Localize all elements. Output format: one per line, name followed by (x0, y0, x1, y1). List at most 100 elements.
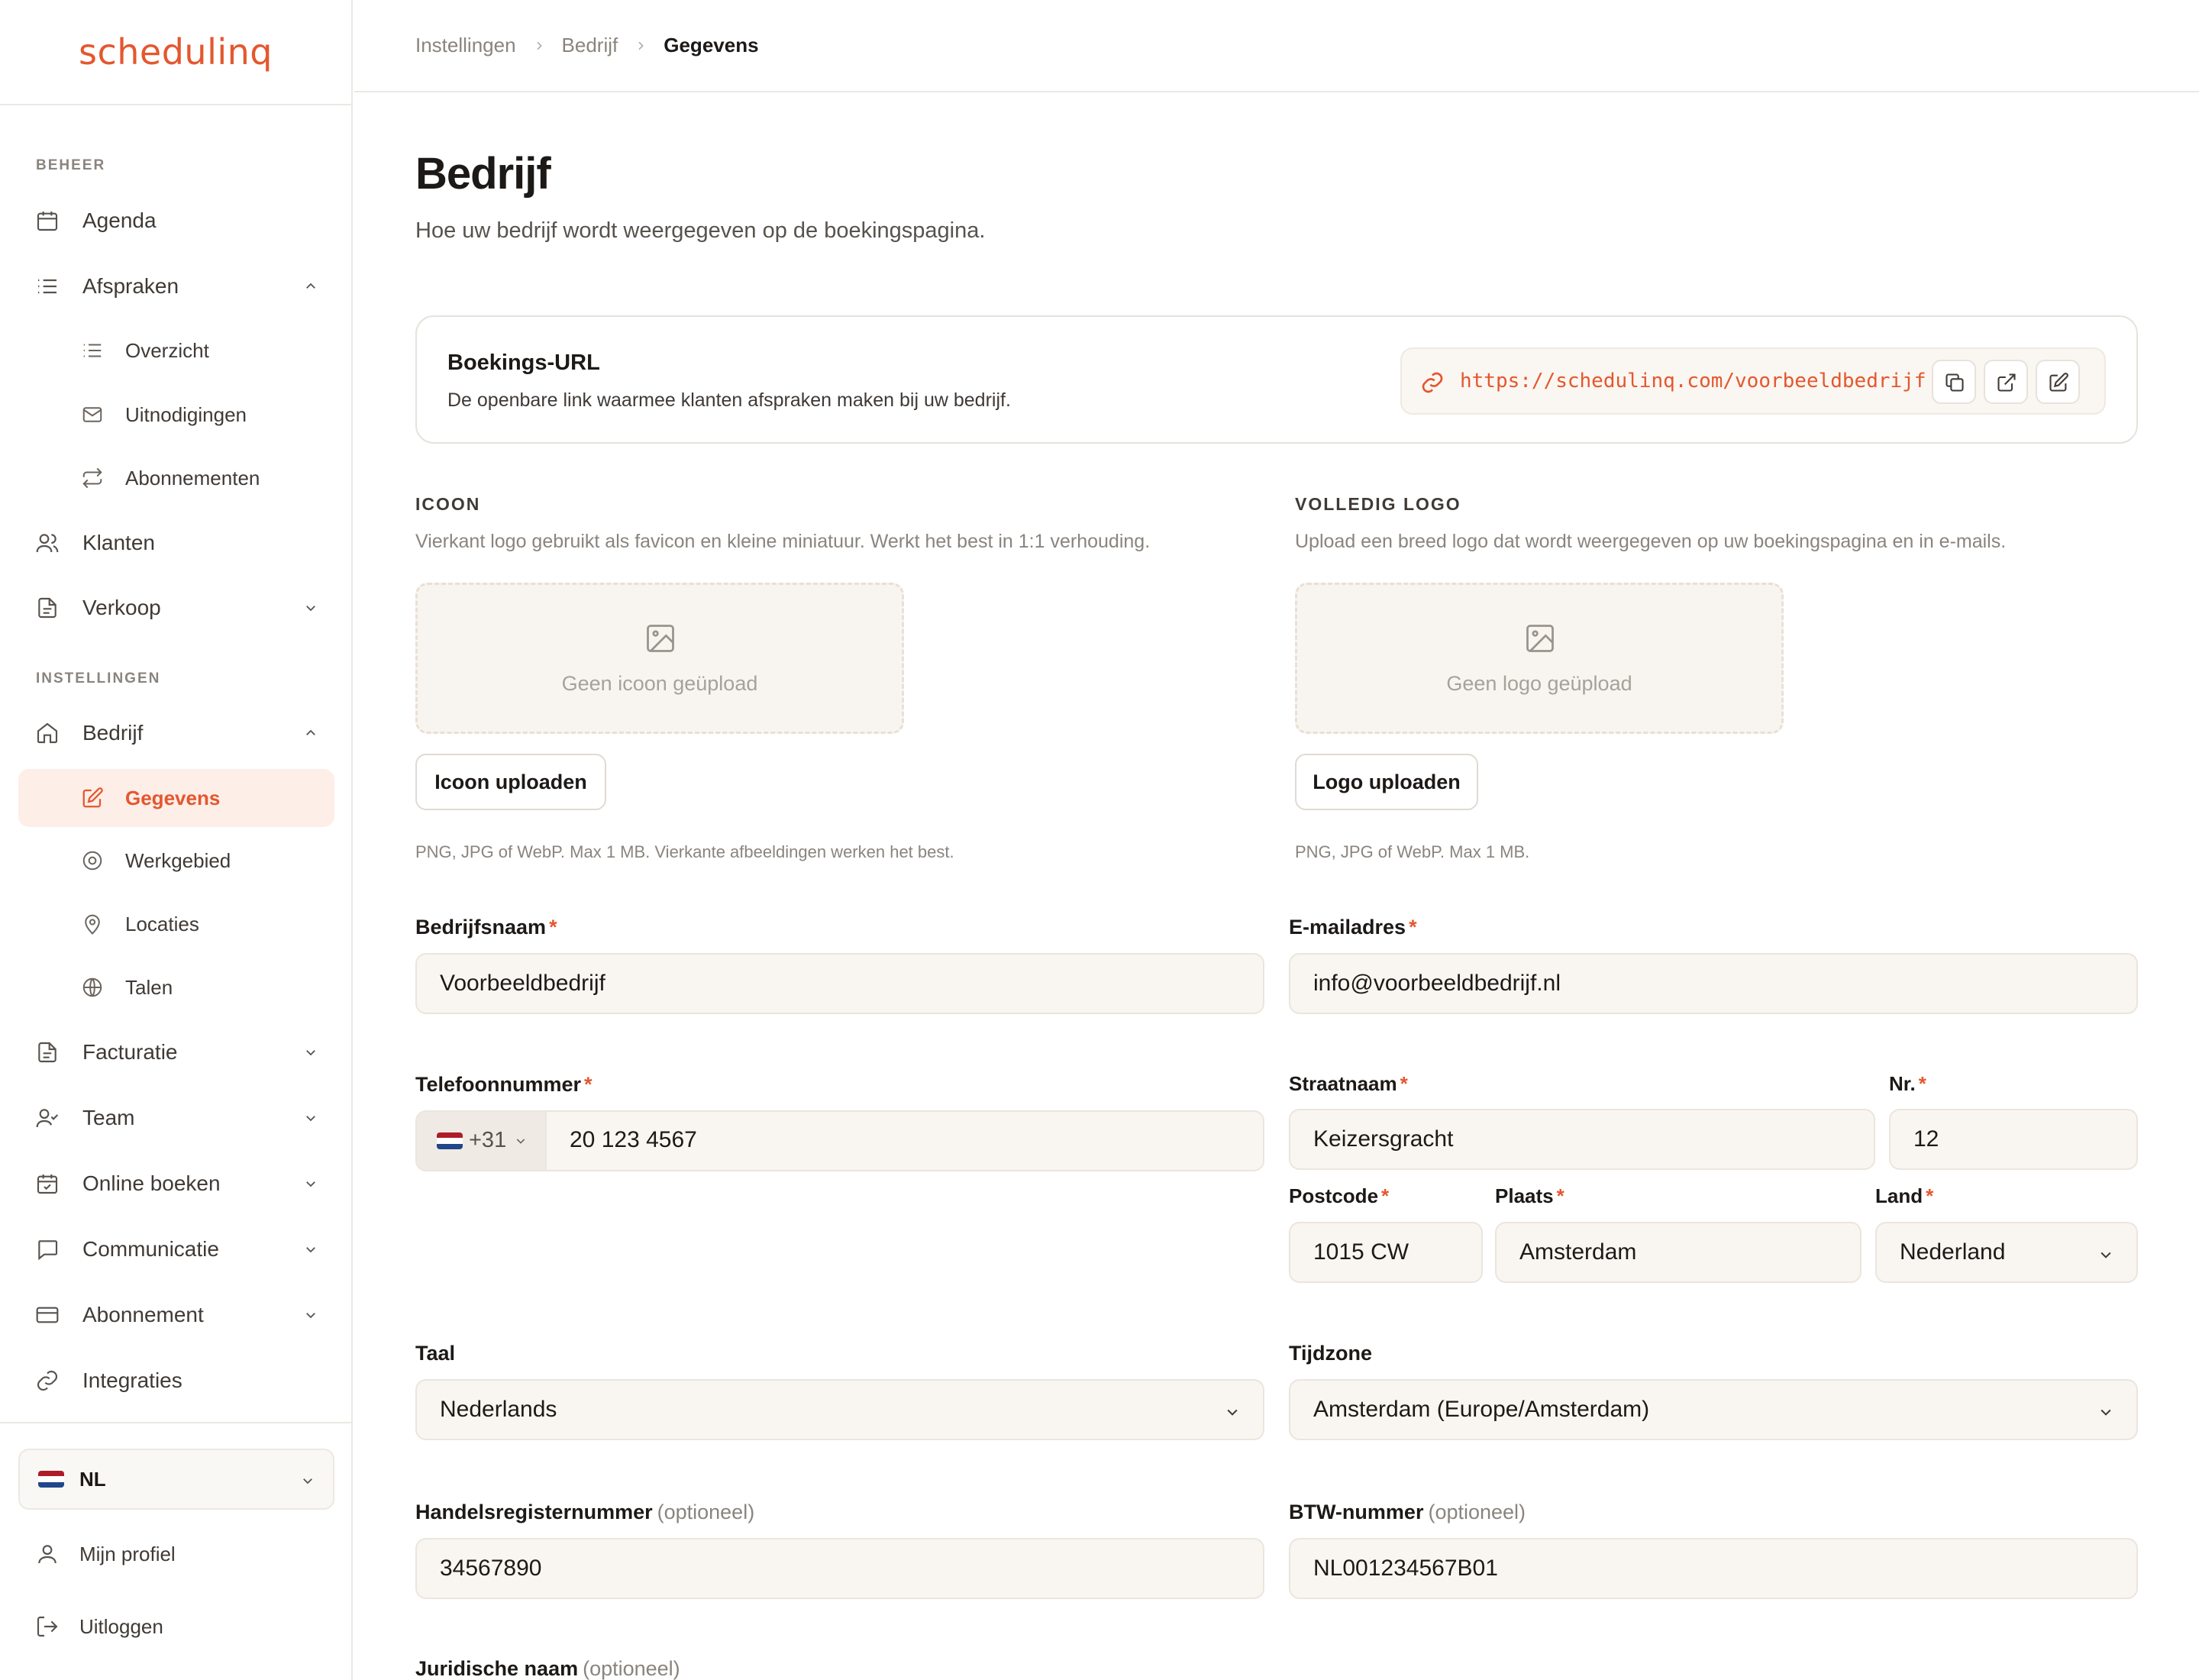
chevron-up-icon (306, 729, 315, 735)
edit-icon (82, 787, 103, 808)
chevron-up-icon (306, 283, 315, 289)
email-input[interactable]: info@voorbeeldbedrijf.nl (1289, 953, 2138, 1014)
sidebar-item-integraties[interactable]: Integraties (18, 1352, 334, 1410)
link-icon (37, 1370, 58, 1391)
user-icon (38, 1545, 57, 1564)
booking-url-card: Boekings-URL De openbare link waarmee kl… (415, 315, 2138, 444)
country-label: Land * (1875, 1184, 1933, 1208)
input-value: Voorbeeldbedrijf (440, 971, 605, 996)
edit-url-button[interactable] (2036, 360, 2080, 404)
sidebar-item-label: Locaties (125, 912, 199, 935)
sidebar-item-abonnement[interactable]: Abonnement (18, 1286, 334, 1344)
invoice-icon (38, 1042, 57, 1063)
open-url-button[interactable] (1984, 360, 2028, 404)
language-select[interactable]: NL (18, 1449, 334, 1510)
brand-logo[interactable]: schedulinq (79, 31, 273, 73)
timezone-select[interactable]: Amsterdam (Europe/Amsterdam) (1289, 1379, 2138, 1440)
breadcrumb-item[interactable]: Instellingen (415, 34, 516, 57)
target-icon (82, 851, 102, 871)
select-value: Amsterdam (Europe/Amsterdam) (1313, 1397, 1650, 1422)
sidebar-item-talen[interactable]: Talen (18, 958, 334, 1016)
sidebar-item-communicatie[interactable]: Communicatie (18, 1220, 334, 1278)
sidebar-item-werkgebied[interactable]: Werkgebied (18, 832, 334, 890)
required-mark: * (584, 1073, 593, 1096)
sidebar-item-facturatie[interactable]: Facturatie (18, 1023, 334, 1081)
chevron-down-icon (306, 1247, 315, 1253)
profile-link[interactable]: Mijn profiel (18, 1527, 334, 1581)
flag-nl-icon (38, 1471, 64, 1488)
user-check-icon (36, 1109, 59, 1128)
page-subtitle: Hoe uw bedrijf wordt weergegeven op de b… (415, 218, 986, 243)
chevron-down-icon (516, 1139, 525, 1144)
booking-url-text[interactable]: https://schedulinq.com/voorbeeldbedrijf (1460, 370, 1926, 393)
kvk-label: Handelsregisternummer (optioneel) (415, 1501, 754, 1524)
language-select[interactable]: Nederlands (415, 1379, 1264, 1440)
sidebar-item-agenda[interactable]: Agenda (18, 192, 334, 250)
logout-link[interactable]: Uitloggen (18, 1600, 334, 1653)
language-label: NL (79, 1467, 106, 1491)
chevron-right-icon (638, 41, 644, 50)
upload-logo-button[interactable]: Logo uploaden (1295, 754, 1478, 810)
logo-dropzone[interactable]: Geen logo geüpload (1295, 583, 1784, 734)
breadcrumb: Instellingen Bedrijf Gegevens (354, 0, 2199, 92)
breadcrumb-item[interactable]: Bedrijf (562, 34, 618, 57)
number-input[interactable]: 12 (1889, 1109, 2138, 1170)
label-text: E-mailadres (1289, 916, 1406, 939)
street-input[interactable]: Keizersgracht (1289, 1109, 1875, 1170)
required-mark: * (1926, 1184, 1934, 1207)
label-text: Postcode (1289, 1184, 1379, 1207)
company-name-input[interactable]: Voorbeeldbedrijf (415, 953, 1264, 1014)
sidebar-item-locaties[interactable]: Locaties (18, 895, 334, 953)
label-text: Juridische naam (415, 1657, 579, 1680)
kvk-input[interactable]: 34567890 (415, 1538, 1264, 1599)
number-label: Nr. * (1889, 1072, 1926, 1096)
postcode-label: Postcode * (1289, 1184, 1389, 1208)
sidebar-item-overzicht[interactable]: Overzicht (18, 321, 334, 380)
sidebar-item-afspraken[interactable]: Afspraken (18, 257, 334, 315)
sidebar-item-label: Klanten (82, 531, 155, 554)
optional-mark: (optioneel) (657, 1501, 755, 1523)
sidebar-item-team[interactable]: Team (18, 1089, 334, 1147)
city-input[interactable]: Amsterdam (1495, 1222, 1862, 1283)
icon-dropzone[interactable]: Geen icoon geüpload (415, 583, 904, 734)
sidebar-item-label: Online boeken (82, 1171, 221, 1195)
logout-label: Uitloggen (79, 1615, 163, 1638)
timezone-label: Tijdzone (1289, 1342, 1372, 1365)
country-select[interactable]: Nederland (1875, 1222, 2138, 1283)
email-label: E-mailadres * (1289, 916, 1417, 939)
sidebar-item-label: Talen (125, 975, 173, 999)
chevron-down-icon (2101, 1252, 2111, 1258)
phone-input[interactable]: +31 20 123 4567 (415, 1110, 1264, 1171)
flag-nl-icon (437, 1132, 463, 1149)
logo-upload-title: VOLLEDIG LOGO (1295, 494, 1461, 514)
sidebar-item-label: Gegevens (125, 786, 221, 809)
country-code: +31 (469, 1128, 507, 1152)
required-mark: * (1400, 1072, 1408, 1095)
sidebar-item-label: Uitnodigingen (125, 402, 247, 426)
link-icon (1422, 372, 1443, 393)
map-pin-icon (85, 914, 100, 935)
sidebar-item-klanten[interactable]: Klanten (18, 514, 334, 572)
sidebar-item-gegevens[interactable]: Gegevens (18, 769, 334, 827)
country-code-select[interactable]: +31 (417, 1112, 547, 1170)
sidebar-item-uitnodigingen[interactable]: Uitnodigingen (18, 386, 334, 444)
logo-upload-hint: PNG, JPG of WebP. Max 1 MB. (1295, 842, 1530, 861)
copy-url-button[interactable] (1932, 360, 1976, 404)
booking-url-description: De openbare link waarmee klanten afsprak… (447, 389, 1011, 411)
profile-label: Mijn profiel (79, 1543, 176, 1565)
sidebar-item-bedrijf[interactable]: Bedrijf (18, 704, 334, 762)
sidebar-item-abonnementen[interactable]: Abonnementen (18, 449, 334, 507)
phone-label: Telefoonnummer * (415, 1073, 593, 1097)
list-icon (83, 344, 102, 357)
input-value: 20 123 4567 (570, 1127, 697, 1152)
vat-input[interactable]: NL001234567B01 (1289, 1538, 2138, 1599)
sidebar-item-label: Agenda (82, 208, 157, 232)
sidebar-item-label: Verkoop (82, 596, 161, 619)
postcode-input[interactable]: 1015 CW (1289, 1222, 1483, 1283)
icon-upload-title: ICOON (415, 494, 481, 514)
sidebar-item-online-boeken[interactable]: Online boeken (18, 1155, 334, 1213)
company-name-label: Bedrijfsnaam * (415, 916, 557, 939)
optional-mark: (optioneel) (1428, 1501, 1526, 1523)
sidebar-item-verkoop[interactable]: Verkoop (18, 579, 334, 637)
upload-icon-button[interactable]: Icoon uploaden (415, 754, 606, 810)
